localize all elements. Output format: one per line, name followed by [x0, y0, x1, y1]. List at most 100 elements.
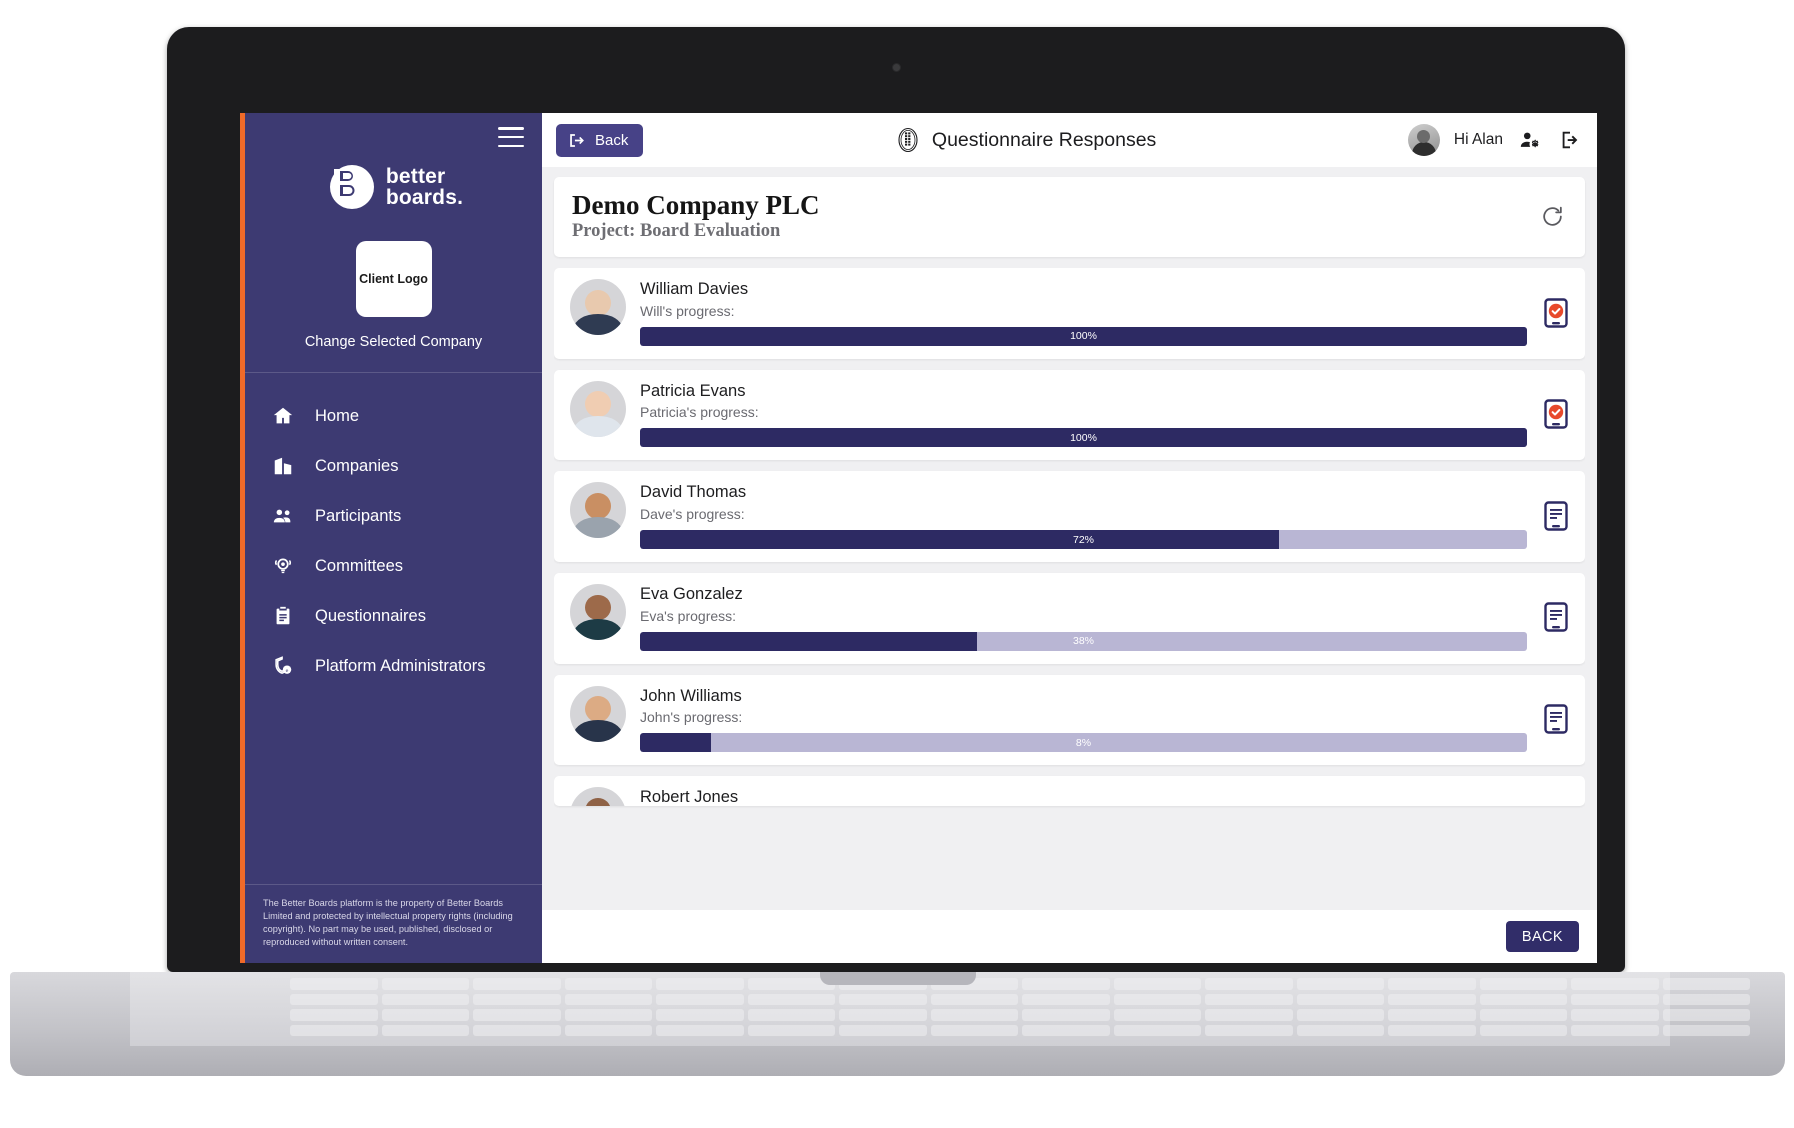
- table-row[interactable]: William Davies Will's progress: 100%: [554, 268, 1585, 359]
- sidebar-item-label: Questionnaires: [315, 606, 426, 625]
- company-name: Demo Company PLC: [572, 190, 820, 220]
- people-icon: [271, 504, 295, 528]
- sidebar-item-questionnaires[interactable]: Questionnaires: [245, 591, 542, 641]
- clipboard-icon: [271, 604, 295, 628]
- home-icon: [271, 404, 295, 428]
- progress-bar: 100%: [640, 326, 1527, 346]
- change-selected-company-link[interactable]: Change Selected Company: [245, 334, 542, 350]
- progress-bar-label: 100%: [1070, 431, 1097, 444]
- participant-info: David Thomas Dave's progress: 72%: [640, 482, 1527, 550]
- tablet-document-icon[interactable]: [1541, 501, 1571, 531]
- webcam-icon: [892, 63, 901, 72]
- avatar-head: [585, 797, 611, 807]
- logout-icon[interactable]: [1557, 127, 1583, 153]
- brand-line-2: boards.: [385, 186, 464, 209]
- progress-bar-label: 8%: [1075, 736, 1092, 749]
- table-row[interactable]: David Thomas Dave's progress: 72%: [554, 471, 1585, 563]
- participant-info: Eva Gonzalez Eva's progress: 38%: [640, 584, 1527, 651]
- main-area: Back Questionnaire Responses Hi Alan Dem…: [542, 113, 1597, 963]
- page-title-text: Questionnaire Responses: [931, 128, 1157, 151]
- avatar: [570, 584, 626, 641]
- sidebar-nav: Home Companies Participants Committees Q…: [245, 391, 542, 691]
- participant-progress-label: John's progress:: [640, 709, 743, 726]
- avatar-body: [573, 618, 623, 641]
- sidebar-item-participants[interactable]: Participants: [245, 491, 542, 541]
- participant-list: William Davies Will's progress: 100% Pat…: [554, 268, 1585, 910]
- participant-name: Robert Jones: [640, 788, 739, 807]
- avatar: [570, 685, 626, 742]
- avatar-head: [585, 594, 611, 621]
- participant-info: William Davies Will's progress: 100%: [640, 279, 1527, 346]
- back-button-label: Back: [595, 131, 629, 149]
- avatar-body: [573, 313, 623, 336]
- table-row[interactable]: Eva Gonzalez Eva's progress: 38%: [554, 573, 1585, 664]
- progress-bar: 100%: [640, 428, 1527, 448]
- tablet-check-icon[interactable]: [1541, 297, 1571, 328]
- progress-bar-label: 72%: [1072, 533, 1094, 546]
- trackpad-notch: [819, 972, 976, 985]
- progress-bar: 72%: [640, 530, 1527, 550]
- back-button-bottom[interactable]: BACK: [1505, 921, 1579, 952]
- tablet-document-icon[interactable]: [1541, 602, 1571, 633]
- hamburger-menu-icon[interactable]: [498, 127, 524, 147]
- better-boards-logo-icon: [324, 161, 376, 213]
- client-logo-placeholder[interactable]: Client Logo: [355, 241, 432, 317]
- sidebar-legal-footer: The Better Boards platform is the proper…: [245, 883, 542, 963]
- progress-bar: 38%: [640, 631, 1527, 651]
- participant-name: John Williams: [640, 686, 742, 705]
- participant-progress-label: Eva's progress:: [640, 607, 737, 624]
- tablet-document-icon[interactable]: [1541, 704, 1571, 734]
- participant-name: David Thomas: [640, 483, 747, 502]
- progress-bar-label: 100%: [1070, 330, 1097, 343]
- bottom-bar: BACK: [542, 910, 1597, 963]
- brand-logo: better boards.: [245, 161, 542, 213]
- avatar: [570, 787, 626, 807]
- back-arrow-icon: [570, 133, 584, 147]
- table-row[interactable]: Patricia Evans Patricia's progress: 100%: [554, 369, 1585, 461]
- participant-progress-label: Patricia's progress:: [640, 404, 759, 421]
- sidebar-item-home[interactable]: Home: [245, 391, 542, 441]
- top-bar-right: Hi Alan: [1407, 124, 1583, 156]
- table-row[interactable]: Robert Jones: [554, 776, 1585, 807]
- sidebar: better boards. Client Logo Change Select…: [240, 113, 542, 963]
- keyboard-keys: [290, 978, 1750, 1036]
- avatar[interactable]: [1407, 124, 1440, 156]
- tablet-check-icon[interactable]: [1541, 399, 1571, 429]
- sidebar-item-companies[interactable]: Companies: [245, 441, 542, 491]
- participant-progress-label: Dave's progress:: [640, 506, 745, 523]
- avatar: [570, 380, 626, 437]
- client-logo-label: Client Logo: [359, 272, 428, 286]
- admin-shield-icon: e: [271, 654, 295, 678]
- app-screen: better boards. Client Logo Change Select…: [240, 113, 1597, 963]
- company-header-text: Demo Company PLC Project: Board Evaluati…: [572, 190, 820, 242]
- top-bar: Back Questionnaire Responses Hi Alan: [542, 113, 1597, 167]
- avatar-head: [585, 493, 611, 519]
- sidebar-item-label: Home: [315, 406, 360, 425]
- content-area: Demo Company PLC Project: Board Evaluati…: [542, 167, 1597, 910]
- sidebar-item-label: Committees: [315, 556, 404, 575]
- participant-info: Robert Jones: [640, 787, 1527, 806]
- sidebar-item-committees[interactable]: Committees: [245, 541, 542, 591]
- avatar: [570, 482, 626, 539]
- sidebar-divider: [245, 372, 542, 373]
- participant-info: John Williams John's progress: 8%: [640, 686, 1527, 753]
- company-header-card: Demo Company PLC Project: Board Evaluati…: [554, 177, 1585, 258]
- seal-icon: [898, 127, 918, 153]
- user-settings-icon[interactable]: [1517, 127, 1543, 153]
- page-title: Questionnaire Responses: [643, 127, 1408, 153]
- participant-name: Patricia Evans: [640, 381, 746, 400]
- back-button[interactable]: Back: [556, 123, 644, 157]
- progress-bar-label: 38%: [1072, 635, 1094, 648]
- table-row[interactable]: John Williams John's progress: 8%: [554, 674, 1585, 766]
- avatar-body: [573, 517, 623, 539]
- sidebar-item-label: Companies: [315, 456, 399, 475]
- sidebar-item-label: Platform Administrators: [315, 656, 486, 675]
- greeting-label: Hi Alan: [1453, 131, 1503, 148]
- committee-icon: [271, 554, 295, 578]
- laptop-deck: [10, 972, 1785, 1076]
- avatar-body: [573, 415, 623, 437]
- brand-line-1: better: [385, 165, 446, 188]
- svg-text:e: e: [286, 669, 289, 674]
- sidebar-item-platform-administrators[interactable]: e Platform Administrators: [245, 641, 542, 691]
- refresh-icon[interactable]: [1537, 201, 1567, 231]
